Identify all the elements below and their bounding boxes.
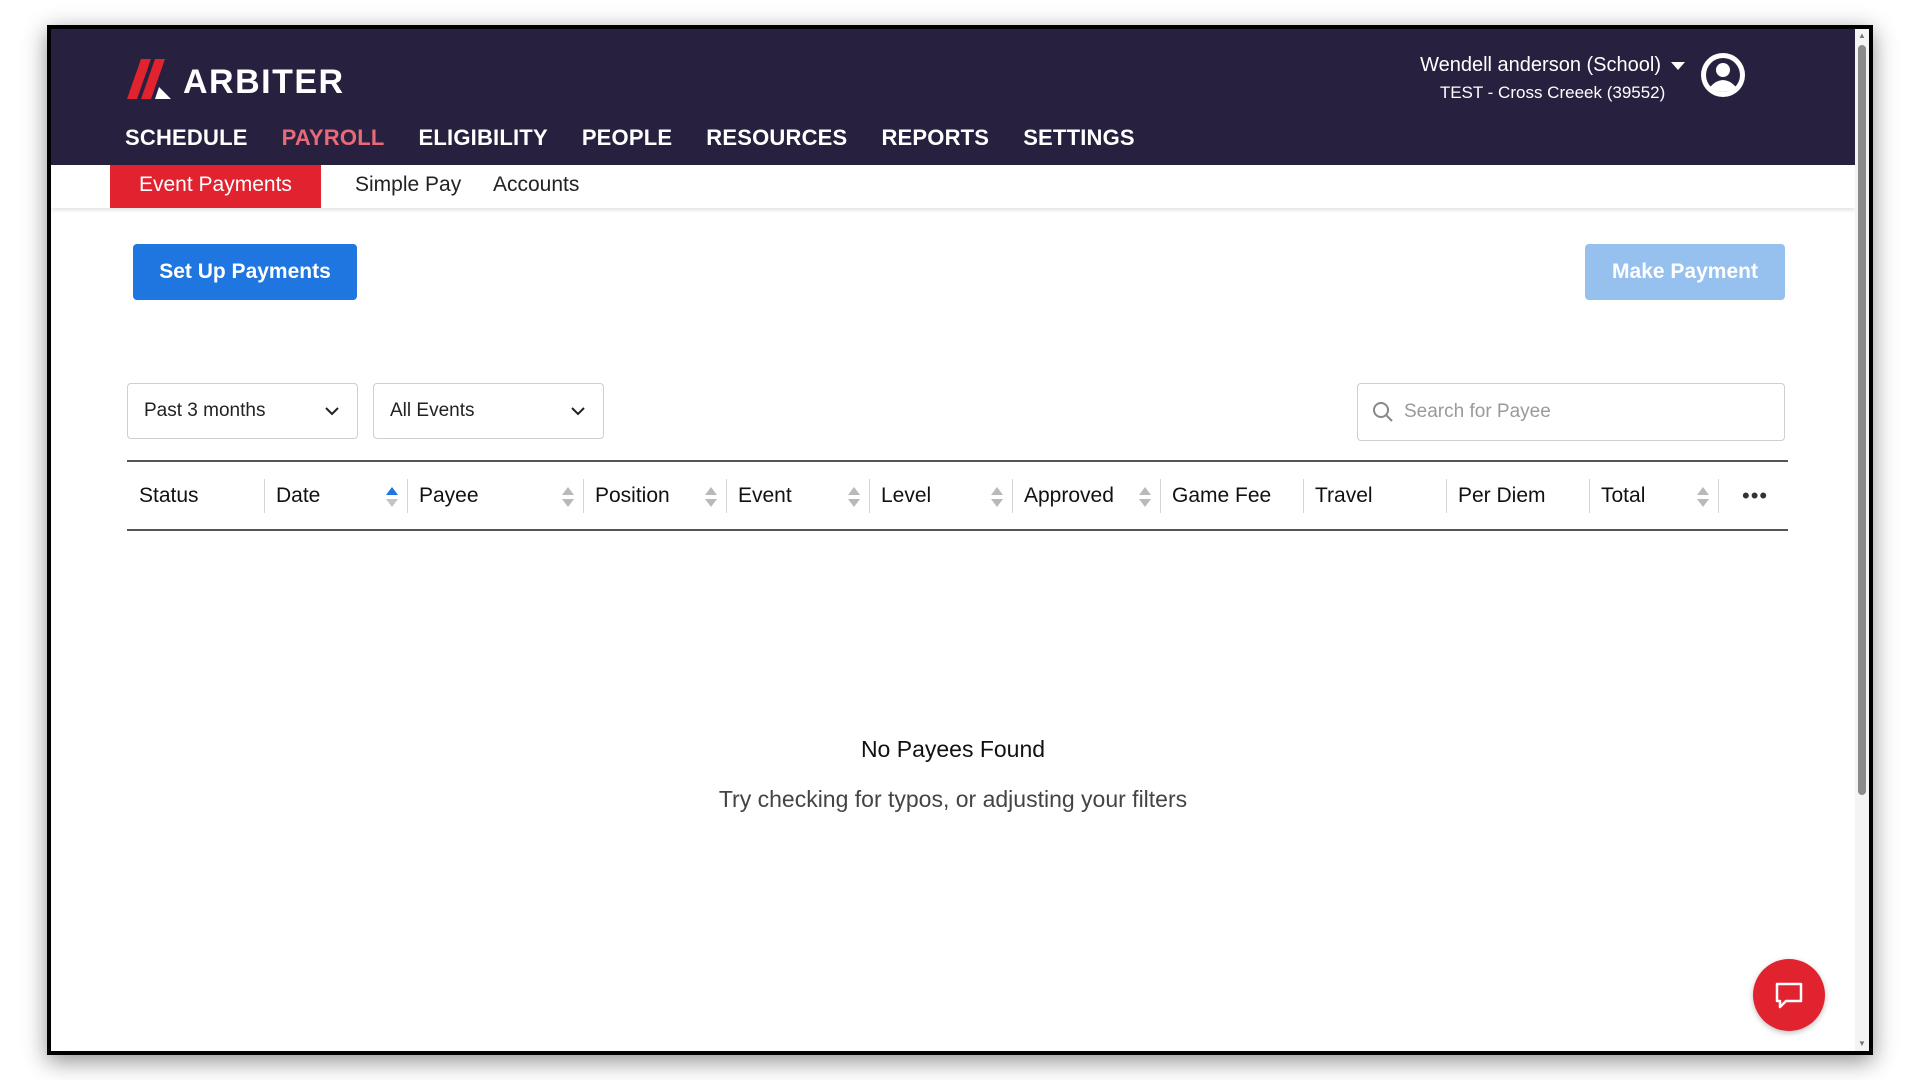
column-header-event[interactable]: Event — [726, 477, 869, 515]
empty-state-title: No Payees Found — [860, 736, 1046, 762]
column-header-game-fee: Game Fee — [1160, 477, 1303, 515]
period-filter-select[interactable]: Past 3 months — [127, 383, 358, 439]
payroll-subtabs: Event Payments Simple Pay Accounts — [51, 165, 1855, 208]
user-organization: TEST - Cross Creeek (39552) — [1439, 83, 1666, 102]
scroll-down-arrow-icon[interactable]: ▼ — [1857, 1039, 1867, 1049]
user-name-row[interactable]: Wendell anderson (School) — [1420, 54, 1685, 77]
set-up-payments-button[interactable]: Set Up Payments — [133, 244, 357, 300]
user-avatar-icon[interactable] — [1699, 51, 1747, 99]
tab-accounts[interactable]: Accounts — [464, 165, 608, 208]
search-input[interactable] — [1404, 401, 1764, 423]
browser-window: ARBITER SCHEDULE PAYROLL ELIGIBILITY PEO… — [47, 25, 1873, 1055]
chevron-down-icon — [325, 407, 339, 416]
column-header-approved[interactable]: Approved — [1012, 477, 1160, 515]
payee-search[interactable] — [1357, 383, 1785, 441]
events-filter-value: All Events — [390, 400, 475, 421]
vertical-scrollbar[interactable]: ▲ ▼ — [1855, 29, 1869, 1051]
arbiter-logo[interactable]: ARBITER — [127, 55, 345, 102]
nav-item-settings[interactable]: SETTINGS — [1023, 125, 1135, 151]
column-header-position[interactable]: Position — [583, 477, 726, 515]
column-header-level[interactable]: Level — [869, 477, 1012, 515]
sort-icon[interactable] — [561, 485, 575, 509]
column-options[interactable]: ••• — [1718, 477, 1788, 515]
sort-icon[interactable] — [1138, 485, 1152, 509]
sort-icon[interactable] — [847, 485, 861, 509]
nav-item-resources[interactable]: RESOURCES — [706, 125, 847, 151]
search-icon — [1373, 402, 1393, 422]
column-header-total[interactable]: Total — [1589, 477, 1718, 515]
scrollbar-thumb[interactable] — [1858, 45, 1866, 795]
column-header-payee[interactable]: Payee — [407, 477, 583, 515]
app-header: ARBITER SCHEDULE PAYROLL ELIGIBILITY PEO… — [51, 29, 1855, 165]
chat-button[interactable] — [1753, 959, 1825, 1031]
column-header-travel: Travel — [1303, 477, 1446, 515]
payments-table-header: Status Date Payee Position Event Level A… — [127, 460, 1788, 531]
sort-icon[interactable] — [704, 485, 718, 509]
tab-event-payments[interactable]: Event Payments — [110, 165, 321, 208]
nav-item-schedule[interactable]: SCHEDULE — [125, 125, 248, 151]
events-filter-select[interactable]: All Events — [373, 383, 604, 439]
nav-item-people[interactable]: PEOPLE — [582, 125, 672, 151]
column-header-per-diem: Per Diem — [1446, 477, 1589, 515]
make-payment-button[interactable]: Make Payment — [1585, 244, 1785, 300]
sort-ascending-icon[interactable] — [385, 485, 399, 509]
scroll-up-arrow-icon[interactable]: ▲ — [1857, 31, 1867, 41]
sort-icon[interactable] — [990, 485, 1004, 509]
column-header-date[interactable]: Date — [264, 477, 407, 515]
sort-icon[interactable] — [1696, 485, 1710, 509]
arbiter-logo-mark-icon — [127, 58, 171, 99]
nav-item-reports[interactable]: REPORTS — [881, 125, 989, 151]
period-filter-value: Past 3 months — [144, 400, 266, 421]
empty-state-message: Try checking for typos, or adjusting you… — [718, 786, 1188, 812]
user-menu[interactable]: Wendell anderson (School) TEST - Cross C… — [1420, 54, 1685, 103]
caret-down-icon[interactable] — [1671, 61, 1685, 70]
more-options-icon[interactable]: ••• — [1730, 483, 1768, 509]
user-name: Wendell anderson (School) — [1420, 54, 1661, 76]
chat-bubble-icon — [1775, 982, 1803, 1009]
nav-item-eligibility[interactable]: ELIGIBILITY — [419, 125, 548, 151]
column-header-status: Status — [139, 483, 199, 507]
nav-item-payroll[interactable]: PAYROLL — [282, 125, 385, 151]
main-nav: SCHEDULE PAYROLL ELIGIBILITY PEOPLE RESO… — [125, 125, 1135, 151]
chevron-down-icon — [571, 407, 585, 416]
brand-name: ARBITER — [183, 63, 345, 101]
